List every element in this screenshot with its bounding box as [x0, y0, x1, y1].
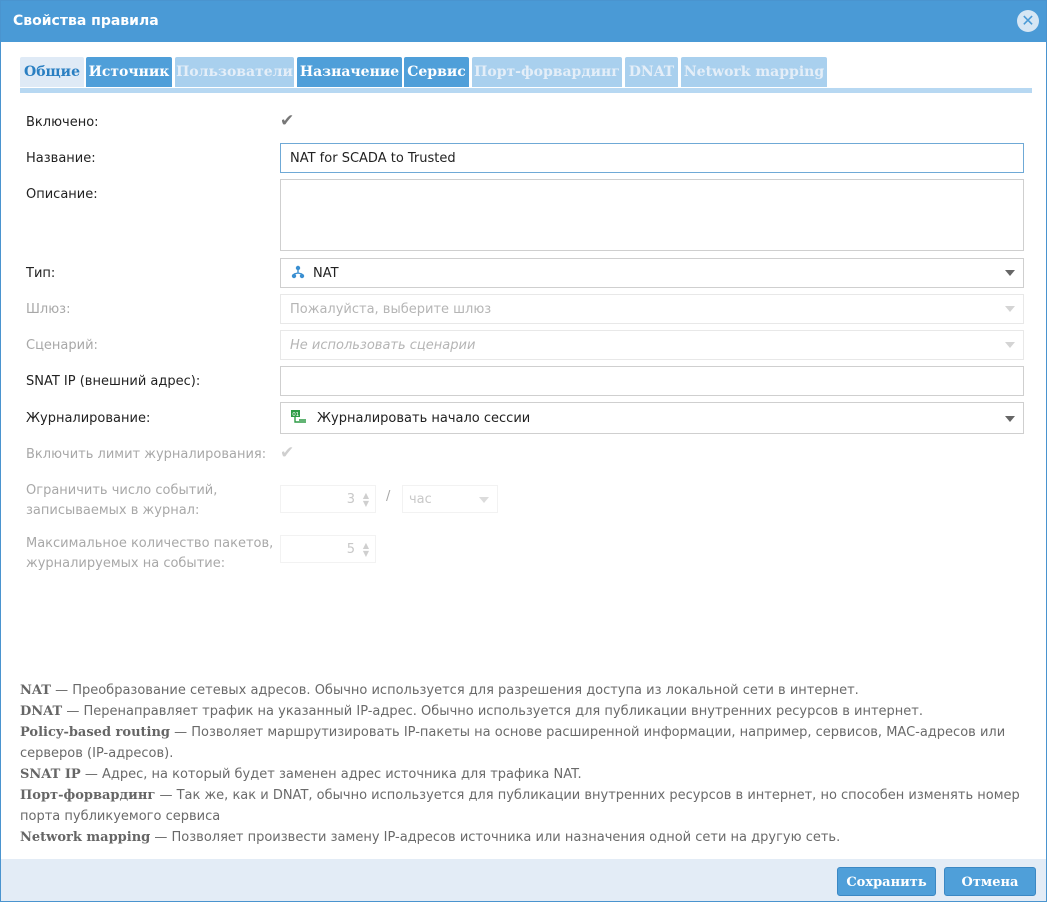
help-pbr: Policy-based routing — Позволяет маршрут…: [20, 725, 1006, 761]
max-packets-label-line2: журналируемых на событие:: [26, 556, 226, 571]
dialog-footer: Сохранить Отмена: [1, 859, 1046, 901]
chevron-down-icon: [479, 497, 489, 503]
dialog-body: Общие Источник Пользователи Назначение С…: [1, 42, 1046, 859]
description-label: Описание:: [26, 187, 98, 202]
help-dnat: DNAT — Перенаправляет трафик на указанны…: [20, 704, 923, 719]
help-snat: SNAT IP — Адрес, на который будет замене…: [20, 767, 582, 782]
spinner-arrows-icon: ▲ ▼: [362, 541, 369, 558]
log-limit-label: Включить лимит журналирования:: [26, 447, 267, 462]
dialog-title: Свойства правила: [13, 13, 159, 29]
rule-properties-dialog: Свойства правила ✕ Общие Источник Пользо…: [0, 0, 1047, 902]
tab-destination[interactable]: Назначение: [297, 57, 402, 87]
spinner-arrows-icon: ▲ ▼: [362, 491, 369, 508]
tab-underline: [20, 88, 1032, 93]
tab-port-forwarding: Порт-форвардинг: [472, 57, 622, 87]
events-limit-spinner: 3 ▲ ▼: [280, 485, 376, 513]
events-limit-unit-select: час: [402, 485, 498, 513]
name-label: Название:: [26, 151, 96, 166]
tab-dnat: DNAT: [625, 57, 678, 87]
name-input[interactable]: NAT for SCADA to Trusted: [280, 143, 1024, 173]
scenario-label: Сценарий:: [26, 338, 98, 353]
help-network-mapping: Network mapping — Позволяет произвести з…: [20, 830, 841, 845]
max-packets-spinner: 5 ▲ ▼: [280, 535, 376, 563]
scenario-placeholder: Не использовать сценарии: [290, 338, 476, 353]
enabled-checkbox[interactable]: ✔: [280, 111, 294, 131]
events-limit-separator: /: [386, 489, 391, 504]
log-icon: 01: [290, 409, 308, 429]
close-icon[interactable]: ✕: [1017, 10, 1039, 32]
log-limit-checkbox: ✔: [280, 443, 295, 463]
gateway-label: Шлюз:: [26, 302, 71, 317]
cancel-button[interactable]: Отмена: [944, 867, 1036, 896]
type-select[interactable]: NAT: [280, 258, 1024, 288]
events-limit-label-line1: Ограничить число событий,: [26, 483, 218, 498]
events-limit-unit: час: [409, 492, 432, 507]
description-textarea[interactable]: [280, 179, 1024, 251]
name-input-value: NAT for SCADA to Trusted: [290, 151, 456, 166]
snat-ip-input[interactable]: [280, 366, 1024, 396]
help-port-forwarding: Порт-форвардинг — Так же, как и DNAT, об…: [20, 788, 1020, 824]
snat-ip-label: SNAT IP (внешний адрес):: [26, 374, 201, 389]
dialog-titlebar[interactable]: Свойства правила ✕: [1, 1, 1046, 42]
logging-value: Журналировать начало сессии: [317, 411, 531, 426]
tab-source[interactable]: Источник: [86, 57, 172, 87]
help-nat: NAT — Преобразование сетевых адресов. Об…: [20, 683, 859, 698]
scenario-select: Не использовать сценарии: [280, 330, 1024, 360]
chevron-down-icon[interactable]: [1005, 416, 1015, 422]
help-text: NAT — Преобразование сетевых адресов. Об…: [20, 680, 1030, 848]
logging-label: Журналирование:: [26, 411, 151, 426]
svg-text:01: 01: [292, 412, 299, 418]
type-value: NAT: [313, 266, 339, 281]
max-packets-value: 5: [346, 542, 355, 557]
events-limit-value: 3: [346, 492, 355, 507]
chevron-down-icon[interactable]: [1005, 270, 1015, 276]
nat-icon: [291, 265, 305, 283]
type-label: Тип:: [26, 266, 56, 281]
tab-service[interactable]: Сервис: [404, 57, 469, 87]
logging-select[interactable]: 01 Журналировать начало сессии: [280, 402, 1024, 434]
tab-general[interactable]: Общие: [20, 57, 84, 87]
max-packets-label-line1: Максимальное количество пакетов,: [26, 536, 274, 551]
tab-users: Пользователи: [175, 57, 294, 87]
events-limit-label-line2: записываемых в журнал:: [26, 503, 200, 518]
enabled-label: Включено:: [26, 115, 99, 130]
save-button[interactable]: Сохранить: [837, 867, 936, 896]
gateway-placeholder: Пожалуйста, выберите шлюз: [290, 302, 492, 317]
chevron-down-icon: [1005, 342, 1015, 348]
gateway-select: Пожалуйста, выберите шлюз: [280, 294, 1024, 324]
chevron-down-icon: [1005, 306, 1015, 312]
tab-network-mapping: Network mapping: [681, 57, 827, 87]
